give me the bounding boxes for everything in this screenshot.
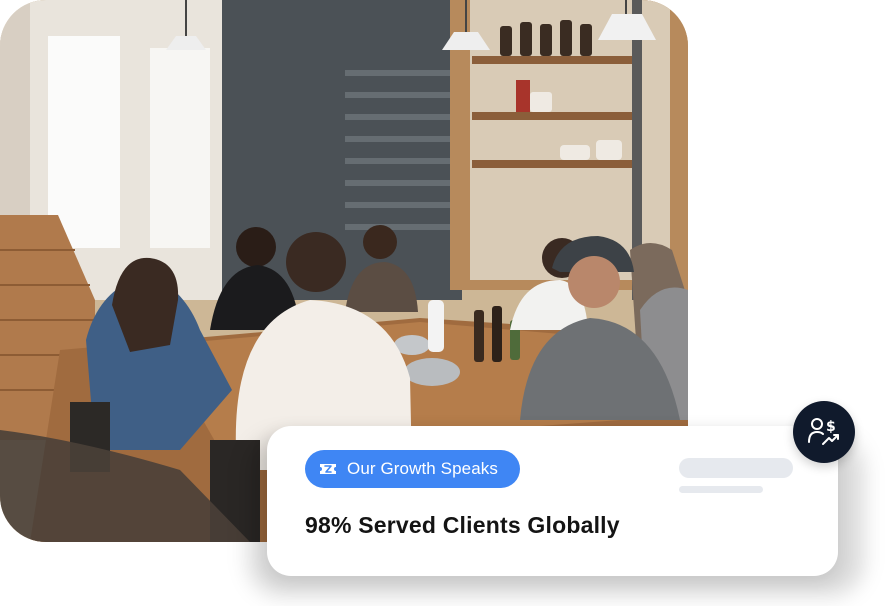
growth-tag-label: Our Growth Speaks xyxy=(347,459,498,478)
growth-tag-pill: Our Growth Speaks xyxy=(305,450,520,488)
stat-headline: 98% Served Clients Globally xyxy=(305,512,620,538)
growth-stat-card: Our Growth Speaks 98% Served Clients Glo… xyxy=(267,426,838,576)
ticket-icon xyxy=(320,464,336,474)
placeholder-line-wide xyxy=(679,458,793,478)
client-growth-icon: $ xyxy=(808,418,839,445)
svg-text:$: $ xyxy=(826,419,836,435)
client-growth-badge: $ xyxy=(793,401,855,463)
placeholder-line-narrow xyxy=(679,486,763,493)
